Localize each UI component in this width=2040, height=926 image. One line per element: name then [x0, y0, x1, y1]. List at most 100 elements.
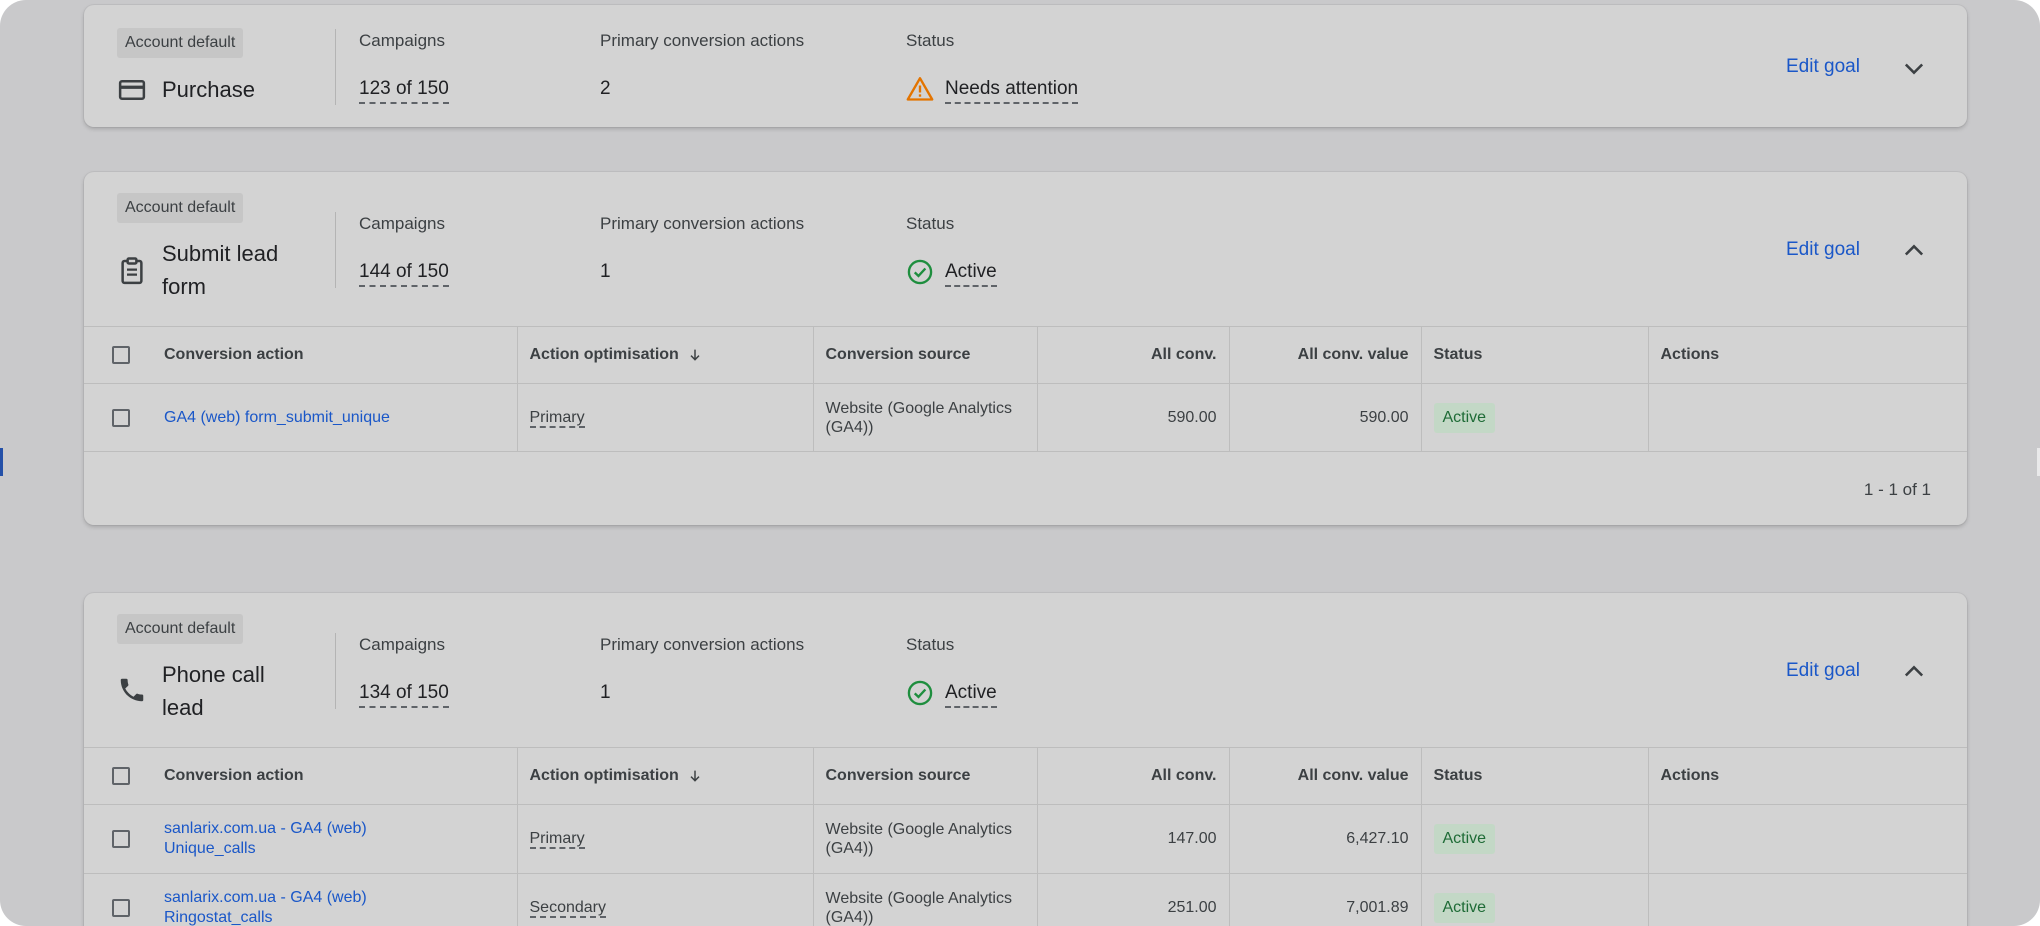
goal-name-line2: form	[162, 274, 206, 299]
campaigns-value[interactable]: 134 of 150	[359, 682, 449, 708]
cell-status: Active	[1421, 383, 1649, 452]
action-line2: Unique_calls	[164, 840, 256, 857]
status-label: Status	[906, 214, 955, 233]
check-circle-icon	[907, 680, 933, 706]
cell-conversion-action: sanlarix.com.ua - GA4 (web) Unique_calls	[84, 804, 518, 874]
cell-all-conv: 590.00	[1037, 383, 1230, 452]
status-value[interactable]: Active	[945, 261, 997, 287]
status-value[interactable]: Needs attention	[945, 78, 1079, 104]
optimisation-value[interactable]: Primary	[529, 830, 585, 849]
header-label: Conversion action	[164, 346, 304, 364]
cell-source: Website (Google Analytics (GA4))	[813, 804, 1038, 874]
chevron-up-icon[interactable]	[1900, 658, 1928, 686]
action-line1: sanlarix.com.ua - GA4 (web)	[164, 820, 367, 837]
table-header-row: Conversion action Action optimisation Co…	[84, 747, 1967, 805]
warning-icon	[906, 77, 934, 101]
source-line2: (GA4))	[825, 840, 874, 857]
chevron-up-icon[interactable]	[1900, 237, 1928, 265]
cell-all-conv-value: 590.00	[1229, 383, 1422, 452]
cell-all-conv-value: 7,001.89	[1229, 873, 1422, 926]
goal-card-header: Account default Submit lead form Campaig…	[84, 172, 1967, 326]
account-default-badge: Account default	[117, 28, 244, 58]
primary-actions-label: Primary conversion actions	[600, 635, 805, 654]
header-divider	[335, 212, 336, 288]
cell-actions	[1648, 383, 1967, 452]
select-all-checkbox[interactable]	[112, 345, 130, 364]
col-actions: Actions	[1648, 747, 1967, 805]
goal-card-purchase: Account default Purchase Campaigns 123 o…	[84, 5, 1967, 127]
action-line1: sanlarix.com.ua - GA4 (web)	[164, 889, 367, 906]
conversion-action-link[interactable]: GA4 (web) form_submit_unique	[164, 409, 390, 426]
cell-conversion-action: GA4 (web) form_submit_unique	[84, 383, 518, 452]
edit-goal-link[interactable]: Edit goal	[1786, 56, 1860, 78]
pagination-summary: 1 - 1 of 1	[1863, 480, 1931, 499]
col-conversion-source: Conversion source	[813, 326, 1038, 384]
cell-optimisation: Secondary	[517, 873, 814, 926]
col-all-conv: All conv.	[1037, 747, 1230, 805]
cell-optimisation: Primary	[517, 383, 814, 452]
goal-name-line2: lead	[162, 695, 204, 720]
header-divider	[335, 633, 336, 709]
arrow-down-icon	[690, 770, 700, 782]
table-footer: 1 - 1 of 1	[84, 451, 1967, 525]
header-label: Action optimisation	[529, 346, 679, 363]
optimisation-value[interactable]: Primary	[529, 409, 585, 428]
account-default-badge: Account default	[117, 614, 244, 644]
header-label: Action optimisation	[529, 767, 679, 784]
conversion-action-link[interactable]: sanlarix.com.ua - GA4 (web) Unique_calls	[164, 819, 367, 859]
primary-actions-label: Primary conversion actions	[600, 31, 805, 50]
goal-card-header: Account default Phone call lead Campaign…	[84, 593, 1967, 747]
col-actions: Actions	[1648, 326, 1967, 384]
primary-actions-value: 1	[600, 261, 611, 282]
edit-goal-link[interactable]: Edit goal	[1786, 660, 1860, 682]
primary-actions-label: Primary conversion actions	[600, 214, 805, 233]
goal-name-line1: Phone call	[162, 662, 265, 687]
row-checkbox[interactable]	[112, 830, 130, 848]
select-all-checkbox[interactable]	[112, 766, 130, 785]
campaigns-value[interactable]: 144 of 150	[359, 261, 449, 287]
credit-card-icon	[118, 80, 146, 100]
cell-actions	[1648, 873, 1967, 926]
source-line2: (GA4))	[825, 909, 874, 926]
conversion-action-link[interactable]: sanlarix.com.ua - GA4 (web) Ringostat_cal…	[164, 888, 367, 926]
source-line1: Website (Google Analytics	[825, 821, 1012, 838]
arrow-down-icon	[690, 349, 700, 361]
left-edge-marker	[0, 448, 3, 476]
header-label: Conversion action	[164, 767, 304, 785]
col-action-optimisation[interactable]: Action optimisation	[517, 747, 814, 805]
status-label: Status	[906, 635, 955, 654]
cell-status: Active	[1421, 804, 1649, 874]
clipboard-icon	[121, 257, 143, 285]
row-checkbox[interactable]	[112, 899, 130, 917]
cell-optimisation: Primary	[517, 804, 814, 874]
campaigns-label: Campaigns	[359, 214, 445, 233]
goal-card-header: Account default Purchase Campaigns 123 o…	[84, 5, 1967, 127]
goal-name: Purchase	[162, 77, 255, 102]
goal-card-phone-call-lead: Account default Phone call lead Campaign…	[84, 593, 1967, 926]
campaigns-value[interactable]: 123 of 150	[359, 78, 449, 104]
col-action-optimisation[interactable]: Action optimisation	[517, 326, 814, 384]
status-chip: Active	[1433, 893, 1496, 923]
primary-actions-value: 1	[600, 682, 611, 703]
campaigns-label: Campaigns	[359, 31, 445, 50]
cell-source: Website (Google Analytics (GA4))	[813, 383, 1038, 452]
cell-source: Website (Google Analytics (GA4))	[813, 873, 1038, 926]
edit-goal-link[interactable]: Edit goal	[1786, 239, 1860, 261]
chevron-down-icon[interactable]	[1900, 54, 1928, 82]
col-conversion-action: Conversion action	[84, 747, 518, 805]
col-all-conv: All conv.	[1037, 326, 1230, 384]
goal-card-submit-lead-form: Account default Submit lead form Campaig…	[84, 172, 1967, 525]
row-checkbox[interactable]	[112, 408, 130, 427]
table-row: GA4 (web) form_submit_unique Primary Web…	[84, 383, 1967, 452]
optimisation-value[interactable]: Secondary	[529, 899, 606, 918]
account-default-badge: Account default	[117, 193, 244, 223]
source-line1: Website (Google Analytics	[825, 890, 1012, 907]
conversion-actions-table: Conversion action Action optimisation Co…	[84, 747, 1967, 926]
status-chip: Active	[1433, 403, 1496, 433]
status-value[interactable]: Active	[945, 682, 997, 708]
col-all-conv-value: All conv. value	[1229, 326, 1422, 384]
cell-all-conv: 147.00	[1037, 804, 1230, 874]
source-line1: Website (Google Analytics	[825, 400, 1012, 417]
source-line2: (GA4))	[825, 419, 874, 436]
conversion-actions-table: Conversion action Action optimisation Co…	[84, 326, 1967, 452]
